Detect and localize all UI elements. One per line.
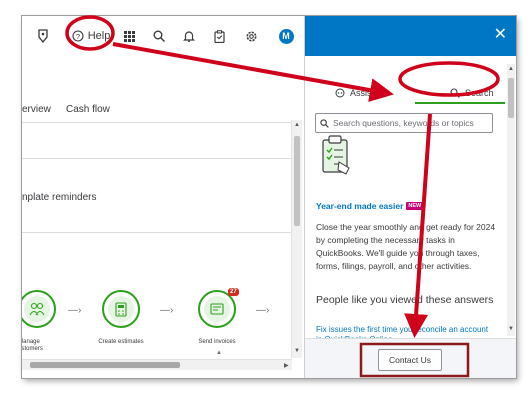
help-search-input[interactable]	[333, 118, 491, 128]
dashboard-tabs: erview Cash flow	[22, 102, 292, 122]
flow-step-label: Create estimates	[98, 339, 144, 345]
chevron-up-icon[interactable]: ▲	[216, 350, 222, 356]
scroll-down-icon[interactable]: ▼	[294, 348, 300, 354]
gear-icon[interactable]	[244, 26, 258, 46]
search-icon	[320, 118, 329, 128]
help-button[interactable]: ? Help	[70, 26, 112, 46]
help-search-field[interactable]	[315, 113, 493, 133]
avatar-initial: M	[278, 28, 294, 44]
template-reminders-label[interactable]: nplate reminders	[22, 192, 96, 203]
customers-icon	[22, 290, 56, 328]
help-panel: ✕ Assistant Search Search questions, key…	[304, 16, 516, 378]
scroll-right-icon[interactable]: ▶	[284, 362, 289, 369]
flow-step-label: Manage customers	[22, 339, 43, 352]
help-label: Help	[87, 30, 111, 42]
panel-vertical-scrollbar[interactable]: ▲ ▼	[507, 64, 515, 336]
tab-assistant[interactable]: Assistant	[335, 88, 387, 98]
assistant-icon	[335, 88, 345, 98]
selected-tab-indicator	[415, 102, 505, 104]
contact-us-button[interactable]: Contact Us	[378, 349, 442, 371]
arrow-right-icon: —›	[68, 305, 82, 316]
close-icon[interactable]: ✕	[494, 26, 507, 44]
help-panel-header: ✕	[305, 16, 516, 56]
bell-icon[interactable]	[182, 26, 196, 46]
app-window: ? Help M erview Cash flow nplate reminde…	[22, 16, 516, 378]
tab-cash-flow[interactable]: Cash flow	[66, 104, 110, 115]
divider	[22, 232, 294, 233]
tab-search[interactable]: Search	[450, 88, 494, 98]
top-bar: ? Help M	[22, 16, 304, 56]
flow-step-label: Send invoices	[198, 339, 236, 345]
promo-body: Close the year smoothly and get ready fo…	[316, 222, 496, 271]
search-icon[interactable]	[152, 26, 166, 46]
scroll-thumb[interactable]	[508, 78, 514, 118]
scroll-thumb[interactable]	[30, 362, 180, 368]
scroll-down-icon[interactable]: ▼	[508, 326, 514, 332]
promo-title: Year-end made easier	[316, 201, 404, 211]
scroll-thumb[interactable]	[294, 136, 300, 226]
main-horizontal-scrollbar[interactable]: ▶	[22, 359, 292, 370]
divider	[22, 122, 294, 123]
search-icon	[450, 88, 460, 98]
main-vertical-scrollbar[interactable]: ▲ ▼	[291, 120, 302, 358]
promo-title-link[interactable]: Year-end made easier NEW	[316, 201, 424, 211]
tab-label: Assistant	[350, 88, 387, 98]
help-panel-footer: Contact Us	[305, 338, 516, 378]
help-icon: ?	[72, 30, 84, 42]
tab-label: Search	[465, 88, 494, 98]
user-avatar[interactable]: M	[278, 26, 294, 46]
scroll-up-icon[interactable]: ▲	[294, 122, 300, 128]
arrow-right-icon: —›	[256, 305, 270, 316]
invoice-count-badge: 27	[228, 288, 239, 296]
divider	[22, 158, 294, 159]
scroll-up-icon[interactable]: ▲	[508, 66, 514, 72]
people-viewed-heading: People like you viewed these answers	[316, 294, 494, 306]
apps-grid-icon[interactable]	[122, 26, 136, 46]
tag-icon[interactable]	[36, 26, 50, 46]
arrow-right-icon: —›	[160, 305, 174, 316]
svg-text:?: ?	[76, 32, 80, 41]
clipboard-icon[interactable]	[212, 26, 226, 46]
new-badge: NEW	[406, 202, 424, 210]
tab-overview[interactable]: erview	[22, 104, 51, 115]
checklist-clipboard-icon	[319, 132, 353, 181]
calculator-icon	[102, 290, 140, 328]
